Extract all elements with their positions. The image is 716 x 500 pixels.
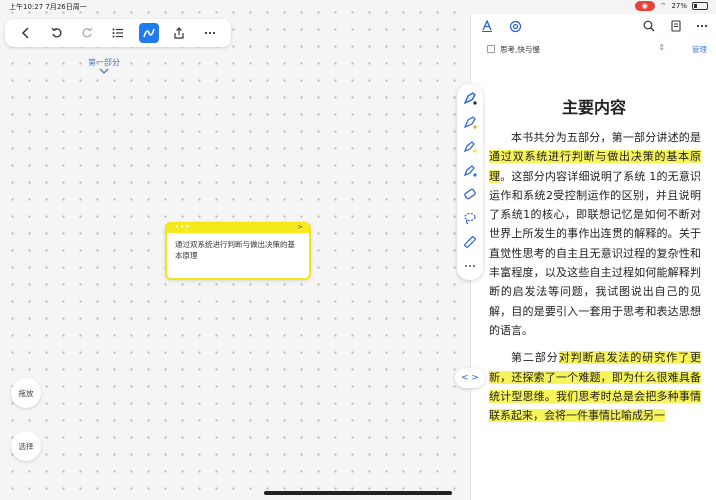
battery-icon <box>692 2 708 10</box>
section-label[interactable]: 第一部分 <box>88 57 120 68</box>
bookmark-list-icon[interactable] <box>670 20 682 32</box>
mindmap-node[interactable]: ••• > 通过双系统进行判断与做出决策的基本原理 <box>165 222 311 280</box>
paragraph-text: 。这部分内容详细说明了系统 1的无意识运作和系统2受控制运作的区别，并且说明了系… <box>489 169 701 337</box>
search-icon[interactable] <box>643 20 655 32</box>
paragraph-text: 本书共分为五部分，第一部分讲述的是 <box>511 131 701 144</box>
drag-button[interactable]: 拖放 <box>11 378 41 408</box>
share-icon[interactable] <box>169 23 189 43</box>
fountain-pen-icon[interactable] <box>462 90 478 106</box>
book-checkbox[interactable] <box>487 45 495 53</box>
pen-mode-icon[interactable] <box>138 23 159 43</box>
pen-toolbar <box>457 84 483 280</box>
sort-icon[interactable]: ⇕ <box>658 43 665 52</box>
reader-settings-icon[interactable] <box>509 20 522 33</box>
select-button[interactable]: 选择 <box>11 431 41 461</box>
manage-button[interactable]: 管理 <box>692 44 707 55</box>
doc-title: 主要内容 <box>561 98 626 117</box>
reader-pane: 思考,快与慢 ⇕ 管理 主要内容 本书共分为五部分，第一部分讲述的是通过双系统进… <box>470 14 716 500</box>
pencil-icon[interactable] <box>462 114 478 130</box>
lasso-icon[interactable] <box>462 210 478 226</box>
node-menu-icon[interactable]: ••• <box>175 223 190 231</box>
mindmap-toolbar <box>5 19 231 47</box>
doc-body[interactable]: 本书共分为五部分，第一部分讲述的是通过双系统进行判断与做出决策的基本原理。这部分… <box>489 128 702 433</box>
more-icon[interactable] <box>462 258 478 274</box>
redo-icon[interactable] <box>77 23 97 43</box>
chevron-down-icon[interactable] <box>99 68 109 74</box>
status-bar: 上午10:27 7月26日周一 ◉ ⌔ 27% <box>0 0 716 14</box>
paragraph[interactable]: 第二部分对判断启发法的研究作了更新，还探索了一个难题，即为什么很难具备统计型思维… <box>489 348 702 425</box>
wifi-icon: ⌔ <box>659 1 667 10</box>
undo-icon[interactable] <box>47 23 67 43</box>
marker-icon[interactable] <box>462 138 478 154</box>
text-style-icon[interactable] <box>481 20 493 32</box>
battery-percent: 27% <box>671 2 687 10</box>
paragraph-text: 第二部分 <box>511 351 559 365</box>
eraser-icon[interactable] <box>462 186 478 202</box>
chevron-left-icon[interactable] <box>16 23 36 43</box>
node-text[interactable]: 通过双系统进行判断与做出决策的基本原理 <box>167 233 309 267</box>
book-title[interactable]: 思考,快与慢 <box>500 45 540 54</box>
outline-list-icon[interactable] <box>108 23 128 43</box>
more-icon[interactable] <box>696 20 708 32</box>
highlighter-icon[interactable] <box>462 162 478 178</box>
node-expand-icon[interactable]: > <box>297 223 303 231</box>
paragraph[interactable]: 本书共分为五部分，第一部分讲述的是通过双系统进行判断与做出决策的基本原理。这部分… <box>489 128 701 340</box>
ruler-icon[interactable] <box>462 234 478 250</box>
screen-record-icon: ◉ <box>634 1 655 11</box>
pane-toggle-handle[interactable]: < > <box>455 368 485 388</box>
more-icon[interactable] <box>200 23 220 43</box>
home-indicator[interactable] <box>264 491 452 495</box>
book-row: 思考,快与慢 ⇕ 管理 <box>487 43 707 56</box>
reader-toolbar <box>471 14 716 40</box>
status-time: 上午10:27 7月26日周一 <box>9 3 87 11</box>
node-header[interactable]: ••• > <box>167 223 309 233</box>
status-right: ◉ ⌔ 27% <box>634 1 708 11</box>
